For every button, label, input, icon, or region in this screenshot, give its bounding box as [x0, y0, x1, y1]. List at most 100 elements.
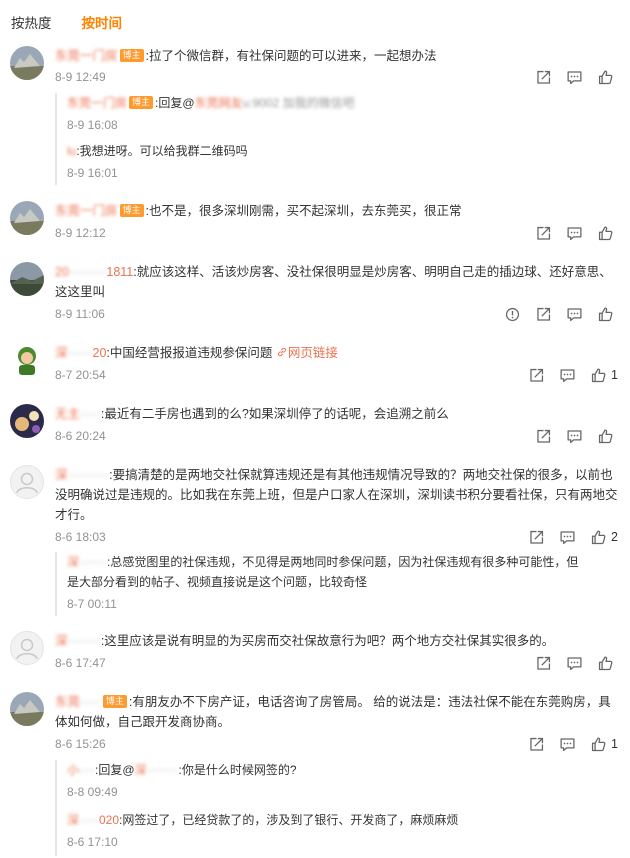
author-badge: 博主: [119, 49, 144, 62]
share-button[interactable]: [528, 529, 545, 546]
user-name[interactable]: 东莞一门房: [55, 204, 118, 218]
timestamp: 8-9 11:06: [55, 307, 105, 321]
user-name[interactable]: lu: [67, 144, 76, 158]
avatar[interactable]: [10, 201, 44, 235]
timestamp: 8-6 18:03: [55, 530, 106, 544]
reply-content: :你是什么时候网签的?: [178, 763, 297, 777]
report-icon: [504, 306, 521, 323]
comment-content: :这里应该是说有明显的为买房而交社保故意行为吧？两个地方交社保其实很多的。: [100, 634, 555, 648]
avatar[interactable]: [10, 404, 44, 438]
web-link-label: 网页链接: [287, 346, 338, 360]
share-button[interactable]: [535, 306, 552, 323]
reply-item: 深·······:总感觉图里的社保违规，不见得是两地同时参保问题，因为社保违规有…: [67, 552, 587, 614]
comment-content: :就应该这样、活该炒房客、没社保很明显是炒房客、明明自己走的插边球、还好意思、这…: [55, 265, 612, 299]
tab-sort-by-hot[interactable]: 按热度: [11, 12, 52, 32]
share-button[interactable]: [535, 69, 552, 86]
reply-button[interactable]: [566, 225, 583, 242]
like-button[interactable]: 1: [590, 367, 618, 384]
reply-content: :回复@: [155, 96, 195, 110]
reply-button[interactable]: [566, 428, 583, 445]
share-icon: [535, 306, 552, 323]
user-name[interactable]: 深: [67, 555, 79, 569]
user-name[interactable]: 深: [55, 468, 68, 482]
share-button[interactable]: [528, 367, 545, 384]
tab-sort-by-time[interactable]: 按时间: [82, 12, 123, 32]
like-count: 1: [611, 737, 618, 751]
like-button[interactable]: [597, 428, 618, 445]
author-badge: 博主: [119, 204, 144, 217]
author-badge: 博主: [102, 695, 127, 708]
share-icon: [528, 529, 545, 546]
share-button[interactable]: [535, 428, 552, 445]
comment-actions: 1: [514, 734, 618, 754]
user-name[interactable]: 20: [55, 265, 69, 279]
web-link[interactable]: 网页链接: [276, 346, 338, 360]
reply-thread: 深·······:总感觉图里的社保违规，不见得是两地同时参保问题，因为社保违规有…: [55, 552, 578, 616]
comment-text: 深··········:要搞清楚的是两地交社保就算违规还是有其他违规情况导致的？…: [55, 468, 618, 522]
reply-button[interactable]: [566, 655, 583, 672]
reply-button[interactable]: [559, 736, 576, 753]
comment-content: :也不是，很多深圳刚需，买不起深圳，去东莞买，很正常: [145, 204, 462, 218]
avatar[interactable]: [10, 46, 44, 80]
user-name[interactable]: 东莞一门房: [55, 49, 118, 63]
avatar[interactable]: [10, 692, 44, 726]
reply-button[interactable]: [559, 529, 576, 546]
like-button[interactable]: 1: [590, 736, 618, 753]
comment-text: 20·········1811:就应该这样、活该炒房客、没社保很明显是炒房客、明…: [55, 265, 612, 299]
reply-button[interactable]: [566, 69, 583, 86]
user-name-tail[interactable]: 1811: [106, 265, 133, 279]
share-button[interactable]: [535, 225, 552, 242]
comment-meta: 8-6 18:03 2: [55, 527, 618, 547]
reply-item: 小····:回复@深········:你是什么时候网签的? 8-8 09:49: [67, 760, 587, 802]
timestamp: 8-6 17:47: [55, 656, 106, 670]
reply-content: :网签过了，已经贷款了的，涉及到了银行、开发商了，麻烦麻烦: [119, 813, 459, 827]
user-name-tail[interactable]: 020: [99, 813, 119, 827]
like-button[interactable]: [597, 306, 618, 323]
thumbs-up-icon: [597, 428, 614, 445]
comment-actions: 2: [514, 527, 618, 547]
user-name[interactable]: 东莞一门房: [67, 96, 127, 110]
comment-icon: [566, 306, 583, 323]
like-button[interactable]: 2: [590, 529, 618, 546]
avatar[interactable]: [10, 262, 44, 296]
user-name[interactable]: 无主: [55, 407, 80, 421]
user-name[interactable]: 东莞: [55, 695, 80, 709]
user-name[interactable]: 深: [55, 346, 68, 360]
like-button[interactable]: [597, 225, 618, 242]
comment-text: 东莞····· 博主:有朋友办不下房产证，电话咨询了房管局。 给的说法是：违法社保…: [55, 695, 611, 729]
reply-button[interactable]: [559, 367, 576, 384]
mention-link[interactable]: 东莞网友: [195, 96, 243, 110]
report-button[interactable]: [504, 306, 521, 323]
comment-content: :有朋友办不下房产证，电话咨询了房管局。 给的说法是：违法社保不能在东莞购房，具…: [55, 695, 611, 729]
thumbs-up-icon: [597, 306, 614, 323]
like-button[interactable]: [597, 655, 618, 672]
timestamp: 8-7 20:54: [55, 368, 106, 382]
user-name[interactable]: 小: [67, 763, 79, 777]
reply-content: :总感觉图里的社保违规，不见得是两地同时参保问题，因为社保违规有很多种可能性，但…: [67, 555, 579, 589]
comment-icon: [559, 529, 576, 546]
user-name-tail[interactable]: 20: [93, 346, 107, 360]
timestamp: 8-9 12:49: [55, 70, 106, 84]
comment-actions: [521, 653, 618, 673]
mention-link[interactable]: 深: [135, 763, 147, 777]
link-icon: [276, 346, 288, 358]
share-icon: [528, 367, 545, 384]
author-badge: 博主: [129, 96, 154, 109]
share-button[interactable]: [528, 736, 545, 753]
avatar[interactable]: [10, 343, 44, 377]
reply-button[interactable]: [566, 306, 583, 323]
share-icon: [535, 428, 552, 445]
reply-text: lu:我想进呀。可以给我群二维码吗: [67, 141, 587, 161]
user-name[interactable]: 深: [67, 813, 79, 827]
timestamp: 8-9 16:08: [67, 118, 118, 132]
avatar[interactable]: [10, 465, 44, 499]
like-count: 2: [611, 530, 618, 544]
share-button[interactable]: [535, 655, 552, 672]
comment-content: :拉了个微信群，有社保问题的可以进来，一起想办法: [145, 49, 437, 63]
comment-meta: 8-6 17:47: [55, 653, 618, 673]
thumbs-up-icon: [590, 529, 607, 546]
comment-icon: [566, 69, 583, 86]
like-button[interactable]: [597, 69, 618, 86]
avatar[interactable]: [10, 631, 44, 665]
user-name[interactable]: 深: [55, 634, 68, 648]
